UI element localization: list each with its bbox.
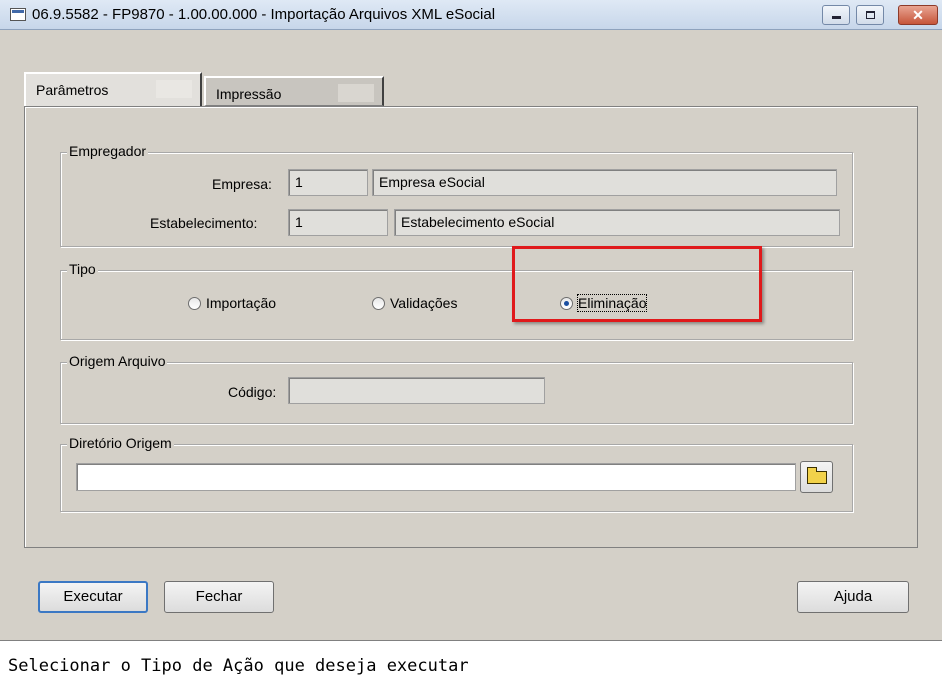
status-message: Selecionar o Tipo de Ação que deseja exe… (8, 656, 469, 676)
estabelecimento-name-field: Estabelecimento eSocial (394, 209, 840, 236)
radio-validacoes-label: Validações (390, 295, 458, 311)
radio-importacao[interactable]: Importação (188, 295, 276, 311)
close-button[interactable]: ✕ (898, 5, 938, 25)
eliminacao-highlight-box (512, 246, 762, 322)
window-title: 06.9.5582 - FP9870 - 1.00.00.000 - Impor… (32, 6, 496, 23)
origem-arquivo-legend: Origem Arquivo (67, 353, 168, 369)
folder-icon (807, 467, 827, 484)
codigo-label: Código: (228, 384, 277, 400)
empresa-code-field[interactable]: 1 (288, 169, 368, 196)
radio-importacao-label: Importação (206, 295, 277, 311)
estabelecimento-label: Estabelecimento: (150, 215, 258, 231)
fechar-button[interactable]: Fechar (164, 581, 274, 613)
tab-impressao[interactable]: Impressão (204, 76, 384, 106)
browse-folder-button[interactable] (800, 461, 833, 493)
diretorio-origem-legend: Diretório Origem (67, 435, 174, 451)
radio-importacao-circle (188, 297, 201, 310)
minimize-button[interactable] (822, 5, 850, 25)
maximize-icon (866, 11, 875, 19)
tab-parametros-label: Parâmetros (36, 82, 109, 98)
empresa-name-field: Empresa eSocial (372, 169, 837, 196)
tipo-legend: Tipo (67, 261, 98, 277)
maximize-button[interactable] (856, 5, 884, 25)
codigo-field[interactable] (288, 377, 545, 404)
empresa-label: Empresa: (212, 176, 272, 192)
empregador-legend: Empregador (67, 143, 149, 159)
executar-button[interactable]: Executar (38, 581, 148, 613)
close-icon: ✕ (912, 7, 924, 23)
minimize-icon (832, 16, 841, 19)
tab-impressao-label: Impressão (216, 86, 282, 102)
app-icon (10, 8, 26, 21)
radio-validacoes-circle (372, 297, 385, 310)
tab-parametros[interactable]: Parâmetros (24, 72, 202, 107)
estabelecimento-code-field[interactable]: 1 (288, 209, 388, 236)
ajuda-button[interactable]: Ajuda (797, 581, 909, 613)
title-bar: 06.9.5582 - FP9870 - 1.00.00.000 - Impor… (0, 0, 942, 30)
radio-validacoes[interactable]: Validações (372, 295, 457, 311)
status-bar: Selecionar o Tipo de Ação que deseja exe… (0, 642, 942, 690)
diretorio-path-input[interactable] (76, 463, 796, 491)
